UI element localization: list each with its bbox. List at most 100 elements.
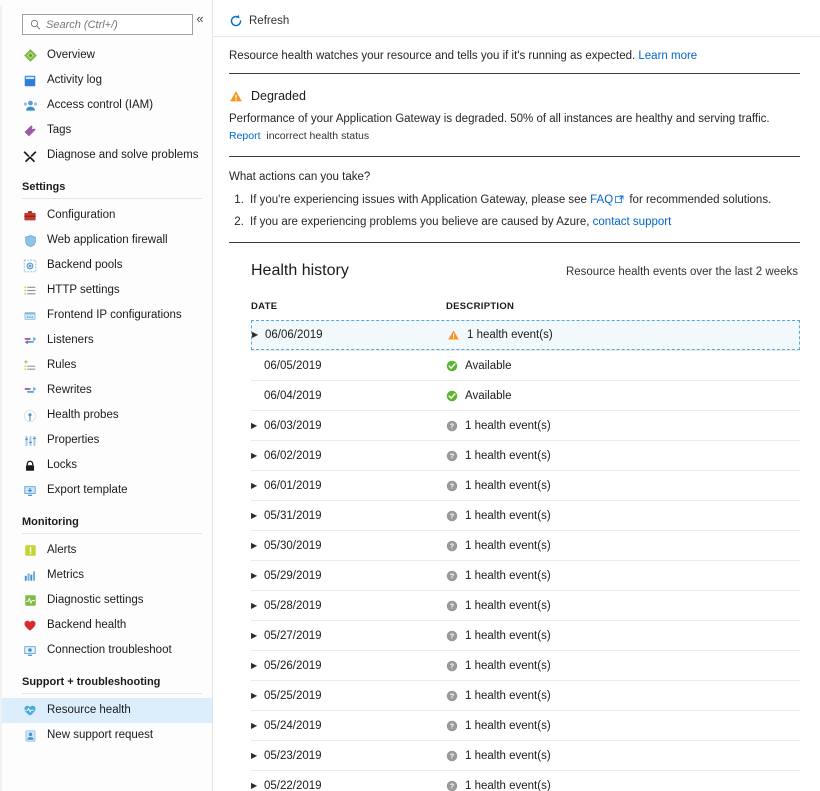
- row-date-cell: ▶05/29/2019: [251, 570, 446, 582]
- table-row[interactable]: ▶05/26/2019?1 health event(s): [251, 650, 800, 680]
- row-description: 1 health event(s): [465, 630, 551, 642]
- table-row[interactable]: ▶06/02/2019?1 health event(s): [251, 440, 800, 470]
- status-description: Performance of your Application Gateway …: [229, 103, 800, 125]
- table-row[interactable]: ▶05/28/2019?1 health event(s): [251, 590, 800, 620]
- expand-caret-icon[interactable]: ▶: [251, 692, 264, 700]
- sidebar-item-diagnose-and-solve-problems[interactable]: Diagnose and solve problems: [0, 143, 212, 168]
- row-date-cell: ▶05/27/2019: [251, 630, 446, 642]
- table-row[interactable]: ▶06/04/2019Available: [251, 380, 800, 410]
- expand-caret-icon[interactable]: ▶: [251, 542, 264, 550]
- sidebar-item-label: Health probes: [47, 410, 119, 422]
- table-row[interactable]: ▶06/06/20191 health event(s): [251, 320, 800, 350]
- sidebar-item-web-application-firewall[interactable]: Web application firewall: [0, 228, 212, 253]
- table-row[interactable]: ▶05/27/2019? 1 health event(s): [251, 620, 800, 650]
- sidebar-item-rules[interactable]: Rules: [0, 353, 212, 378]
- row-date: 05/22/2019: [264, 780, 322, 791]
- sidebar-item-new-support-request[interactable]: New support request: [0, 723, 212, 748]
- expand-caret-icon[interactable]: ▶: [251, 482, 264, 490]
- sidebar-item-diagnostic-settings[interactable]: Diagnostic settings: [0, 588, 212, 613]
- expand-caret-icon[interactable]: ▶: [251, 452, 264, 460]
- access-control-icon: [22, 98, 38, 114]
- faq-link[interactable]: FAQ: [590, 194, 613, 206]
- search-input[interactable]: [46, 19, 178, 31]
- expand-caret-icon[interactable]: ▶: [251, 512, 264, 520]
- row-date-cell: ▶06/05/2019: [251, 360, 446, 372]
- sidebar-item-backend-health[interactable]: Backend health: [0, 613, 212, 638]
- sidebar-item-label: Frontend IP configurations: [47, 310, 182, 322]
- warning-triangle-icon: [229, 90, 243, 103]
- expand-caret-icon[interactable]: ▶: [251, 632, 264, 640]
- row-description: 1 health event(s): [465, 600, 551, 612]
- expand-caret-icon[interactable]: ▶: [251, 572, 264, 580]
- collapse-menu-button[interactable]: «: [192, 11, 208, 27]
- actions-title: What actions can you take?: [229, 171, 800, 183]
- row-date: 06/06/2019: [265, 329, 323, 341]
- learn-more-link[interactable]: Learn more: [638, 50, 697, 62]
- table-row[interactable]: ▶05/24/2019?1 health event(s): [251, 710, 800, 740]
- diagnose-icon: [22, 148, 38, 164]
- column-header-description: DESCRIPTION: [446, 301, 514, 312]
- unknown-status-icon: ?: [446, 750, 458, 762]
- unknown-status-icon: ?: [446, 630, 458, 642]
- refresh-button[interactable]: Refresh: [229, 14, 289, 28]
- expand-caret-icon[interactable]: ▶: [251, 422, 264, 430]
- expand-caret-icon[interactable]: ▶: [251, 602, 264, 610]
- sidebar-group-monitoring-title: Monitoring: [0, 503, 212, 531]
- sidebar-item-label: Metrics: [47, 570, 84, 582]
- report-link[interactable]: Report: [229, 130, 261, 142]
- sidebar-item-configuration[interactable]: Configuration: [0, 203, 212, 228]
- sidebar-item-frontend-ip-configurations[interactable]: Frontend IP configurations: [0, 303, 212, 328]
- expand-caret-icon[interactable]: ▶: [251, 782, 264, 790]
- action-pre-text: If you are experiencing problems you bel…: [250, 216, 593, 228]
- svg-text:?: ?: [450, 661, 454, 670]
- sidebar-item-connection-troubleshoot[interactable]: Connection troubleshoot: [0, 638, 212, 663]
- unknown-status-icon: ?: [446, 450, 458, 462]
- sidebar-item-alerts[interactable]: Alerts: [0, 538, 212, 563]
- row-description: Available: [465, 390, 511, 402]
- sidebar-item-overview[interactable]: Overview: [0, 43, 212, 68]
- sidebar-item-http-settings[interactable]: HTTP settings: [0, 278, 212, 303]
- table-row[interactable]: ▶05/22/2019?1 health event(s): [251, 770, 800, 791]
- sidebar-item-resource-health[interactable]: Resource health: [0, 698, 212, 723]
- table-row[interactable]: ▶05/23/2019?1 health event(s): [251, 740, 800, 770]
- table-row[interactable]: ▶05/25/2019?1 health event(s): [251, 680, 800, 710]
- unknown-status-icon: ?: [446, 690, 458, 702]
- row-date: 05/24/2019: [264, 720, 322, 732]
- lock-icon: [22, 458, 38, 474]
- row-date-cell: ▶06/01/2019: [251, 480, 446, 492]
- tags-icon: [22, 123, 38, 139]
- sidebar-item-access-control[interactable]: Access control (IAM): [0, 93, 212, 118]
- sidebar-item-export-template[interactable]: Export template: [0, 478, 212, 503]
- expand-caret-icon[interactable]: ▶: [251, 752, 264, 760]
- sidebar-item-backend-pools[interactable]: Backend pools: [0, 253, 212, 278]
- sidebar-item-metrics[interactable]: Metrics: [0, 563, 212, 588]
- table-row[interactable]: ▶06/01/2019?1 health event(s): [251, 470, 800, 500]
- table-row[interactable]: ▶06/05/2019Available: [251, 350, 800, 380]
- table-row[interactable]: ▶06/03/2019?1 health event(s): [251, 410, 800, 440]
- sidebar-item-properties[interactable]: Properties: [0, 428, 212, 453]
- sidebar-item-label: Diagnostic settings: [47, 595, 144, 607]
- sidebar-item-health-probes[interactable]: Health probes: [0, 403, 212, 428]
- sidebar-item-locks[interactable]: Locks: [0, 453, 212, 478]
- row-date: 06/02/2019: [264, 450, 322, 462]
- expand-caret-icon[interactable]: ▶: [252, 331, 265, 339]
- health-history-header: Health history Resource health events ov…: [229, 243, 800, 280]
- expand-caret-icon[interactable]: ▶: [251, 722, 264, 730]
- sidebar-item-rewrites[interactable]: Rewrites: [0, 378, 212, 403]
- row-description: 1 health event(s): [465, 690, 551, 702]
- sidebar-item-tags[interactable]: Tags: [0, 118, 212, 143]
- row-date: 05/29/2019: [264, 570, 322, 582]
- firewall-shield-icon: [22, 233, 38, 249]
- row-description: 1 health event(s): [465, 780, 551, 791]
- sidebar-group-support-title: Support + troubleshooting: [0, 663, 212, 691]
- sidebar-item-listeners[interactable]: Listeners: [0, 328, 212, 353]
- table-row[interactable]: ▶05/30/2019?1 health event(s): [251, 530, 800, 560]
- sidebar-left-edge: [0, 5, 2, 791]
- status-title: Degraded: [251, 89, 306, 103]
- search-box[interactable]: [22, 14, 193, 35]
- table-row[interactable]: ▶05/31/2019?1 health event(s): [251, 500, 800, 530]
- table-row[interactable]: ▶05/29/2019?1 health event(s): [251, 560, 800, 590]
- sidebar-item-activity-log[interactable]: Activity log: [0, 68, 212, 93]
- contact-support-link[interactable]: contact support: [593, 216, 672, 228]
- expand-caret-icon[interactable]: ▶: [251, 662, 264, 670]
